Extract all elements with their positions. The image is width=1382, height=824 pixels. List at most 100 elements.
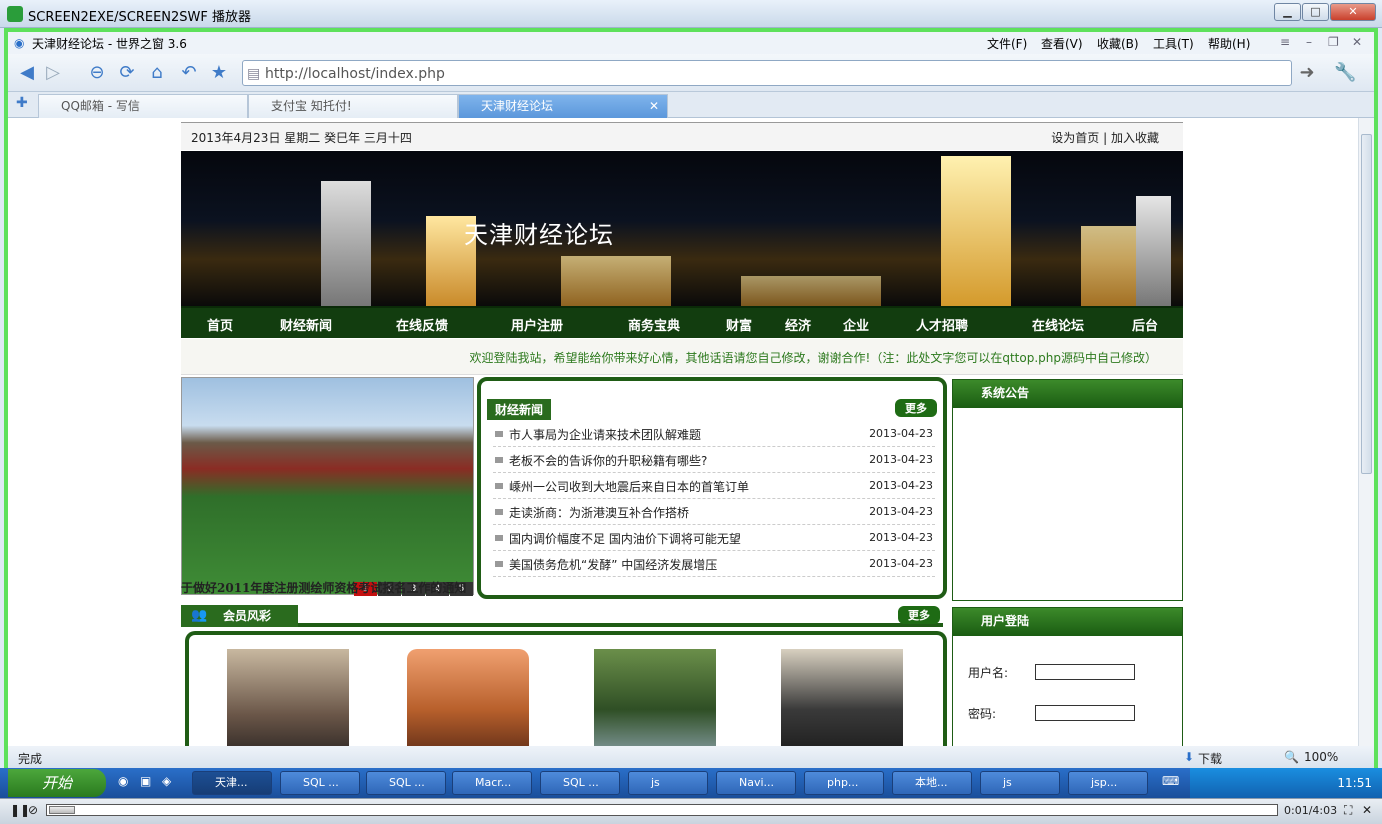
member-photo[interactable]: [227, 649, 349, 746]
seek-thumb[interactable]: [49, 806, 75, 814]
nav-register[interactable]: 用户注册: [511, 315, 563, 334]
task-button[interactable]: js: [980, 771, 1060, 795]
undo-icon[interactable]: ↶: [178, 62, 200, 84]
news-item[interactable]: 走读浙商：为浙港澳互补合作搭桥 2013-04-23: [493, 499, 935, 525]
member-photo[interactable]: [781, 649, 903, 746]
menu-file[interactable]: 文件(F): [987, 35, 1027, 52]
task-button[interactable]: Navi...: [716, 771, 796, 795]
finance-news-panel: 财经新闻 更多 市人事局为企业请来技术团队解难题 2013-04-23 老板不会的…: [477, 377, 947, 599]
nav-business[interactable]: 商务宝典: [628, 315, 680, 334]
favorite-star-icon[interactable]: ★: [208, 62, 230, 84]
task-button[interactable]: 本地...: [892, 771, 972, 795]
set-homepage-link[interactable]: 设为首页: [1051, 131, 1099, 145]
news-item[interactable]: 国内调价幅度不足 国内油价下调将可能无望 2013-04-23: [493, 525, 935, 551]
zoom-level[interactable]: 100%: [1304, 750, 1338, 764]
task-button[interactable]: php...: [804, 771, 884, 795]
nav-forum[interactable]: 在线论坛: [1032, 315, 1084, 334]
home-icon[interactable]: ⌂: [146, 62, 168, 84]
stop-icon[interactable]: ⊘: [28, 803, 38, 817]
news-item[interactable]: 嵊州一公司收到大地震后来自日本的首笔订单 2013-04-23: [493, 473, 935, 499]
add-favorite-link[interactable]: 加入收藏: [1111, 131, 1159, 145]
task-button[interactable]: js: [628, 771, 708, 795]
vertical-scrollbar[interactable]: [1358, 118, 1374, 746]
slider-caption[interactable]: 关于做好2011年度注册测绘师资格考试报名工作的通知: [181, 579, 474, 596]
quicklaunch-icon[interactable]: ▣: [140, 774, 151, 788]
menu-tools[interactable]: 工具(T): [1153, 35, 1194, 52]
menu-options-icon[interactable]: ≡: [1280, 35, 1290, 49]
members-more-button[interactable]: 更多: [898, 606, 940, 624]
task-button[interactable]: SQL ...: [280, 771, 360, 795]
page-viewport: 2013年4月23日 星期二 癸巳年 三月十四 设为首页 | 加入收藏 天津财经…: [8, 118, 1358, 746]
browser-minimize-icon[interactable]: –: [1306, 35, 1312, 49]
tools-wrench-icon[interactable]: 🔧: [1334, 62, 1356, 84]
fullscreen-icon[interactable]: ⛶: [1344, 803, 1352, 818]
stop-icon[interactable]: ⊖: [86, 62, 108, 84]
keyboard-icon[interactable]: ⌨: [1162, 774, 1179, 788]
download-icon[interactable]: ⬇: [1184, 750, 1194, 764]
start-button[interactable]: 开始: [8, 769, 106, 797]
player-title: SCREEN2EXE/SCREEN2SWF 播放器: [28, 10, 251, 25]
seek-bar[interactable]: [46, 804, 1278, 816]
menu-favorites[interactable]: 收藏(B): [1097, 35, 1139, 52]
slider-image[interactable]: 12345: [181, 377, 474, 596]
status-text: 完成: [18, 752, 43, 766]
nav-feedback[interactable]: 在线反馈: [396, 315, 448, 334]
browser-toolbar: ◀ ▷ ⊖ ⟳ ⌂ ↶ ★ ▤ http://localhost/index.p…: [8, 54, 1374, 92]
menu-view[interactable]: 查看(V): [1041, 35, 1083, 52]
login-heading: 用户登陆: [953, 608, 1182, 636]
zoom-icon[interactable]: 🔍: [1284, 750, 1299, 764]
site-container: 2013年4月23日 星期二 癸巳年 三月十四 设为首页 | 加入收藏 天津财经…: [181, 118, 1183, 746]
nav-home[interactable]: 首页: [207, 315, 233, 334]
site-banner: 天津财经论坛: [181, 151, 1183, 306]
member-photo[interactable]: [407, 649, 529, 746]
exit-icon[interactable]: ✕: [1362, 803, 1372, 817]
username-label: 用户名:: [968, 666, 1009, 680]
windows-taskbar: 开始 ◉ ▣ ◈ 天津... SQL ... SQL ... Macr... S…: [0, 768, 1382, 798]
bullet-icon: [495, 509, 503, 515]
go-icon[interactable]: ➜: [1296, 62, 1318, 84]
download-label[interactable]: 下载: [1198, 750, 1222, 767]
login-panel: 用户登陆 用户名: 密码:: [952, 607, 1183, 746]
refresh-icon[interactable]: ⟳: [116, 62, 138, 84]
news-item[interactable]: 美国债务危机“发酵” 中国经济发展增压 2013-04-23: [493, 551, 935, 577]
bullet-icon: [495, 561, 503, 567]
nav-wealth[interactable]: 财富: [726, 315, 752, 334]
tab-tianjin-forum[interactable]: 天津财经论坛 ✕: [458, 94, 668, 118]
quicklaunch-ie-icon[interactable]: ◉: [118, 774, 128, 788]
maximize-button[interactable]: □: [1302, 3, 1329, 21]
site-date: 2013年4月23日 星期二 癸巳年 三月十四: [191, 131, 412, 145]
page-icon: ▤: [247, 66, 261, 82]
nav-economy[interactable]: 经济: [785, 315, 811, 334]
back-icon[interactable]: ◀: [16, 62, 38, 84]
task-button[interactable]: jsp...: [1068, 771, 1148, 795]
close-button[interactable]: ✕: [1330, 3, 1376, 21]
bullet-icon: [495, 457, 503, 463]
nav-jobs[interactable]: 人才招聘: [916, 315, 968, 334]
task-button[interactable]: SQL ...: [540, 771, 620, 795]
quicklaunch-icon[interactable]: ◈: [162, 774, 171, 788]
nav-enterprise[interactable]: 企业: [843, 315, 869, 334]
nav-admin[interactable]: 后台: [1132, 315, 1158, 334]
tab-close-icon[interactable]: ✕: [649, 95, 659, 117]
tab-qq-mail[interactable]: QQ邮箱 - 写信: [38, 94, 248, 118]
news-item[interactable]: 老板不会的告诉你的升职秘籍有哪些? 2013-04-23: [493, 447, 935, 473]
browser-close-icon[interactable]: ✕: [1352, 35, 1362, 49]
username-input[interactable]: [1035, 664, 1135, 680]
member-photo[interactable]: [594, 649, 716, 746]
tab-alipay[interactable]: 支付宝 知托付!: [248, 94, 458, 118]
new-tab-icon[interactable]: ✚: [16, 95, 28, 111]
task-button[interactable]: Macr...: [452, 771, 532, 795]
nav-finance-news[interactable]: 财经新闻: [280, 315, 332, 334]
notice-heading: 系统公告: [953, 380, 1182, 408]
news-more-button[interactable]: 更多: [895, 399, 937, 417]
scrollbar-thumb[interactable]: [1361, 134, 1372, 474]
menu-help[interactable]: 帮助(H): [1208, 35, 1250, 52]
news-item[interactable]: 市人事局为企业请来技术团队解难题 2013-04-23: [493, 421, 935, 447]
task-button[interactable]: SQL ...: [366, 771, 446, 795]
password-input[interactable]: [1035, 705, 1135, 721]
browser-restore-icon[interactable]: ❐: [1328, 35, 1339, 49]
address-bar[interactable]: ▤ http://localhost/index.php: [242, 60, 1292, 86]
task-button[interactable]: 天津...: [192, 771, 272, 795]
minimize-button[interactable]: ▁: [1274, 3, 1301, 21]
forward-icon[interactable]: ▷: [42, 62, 64, 84]
